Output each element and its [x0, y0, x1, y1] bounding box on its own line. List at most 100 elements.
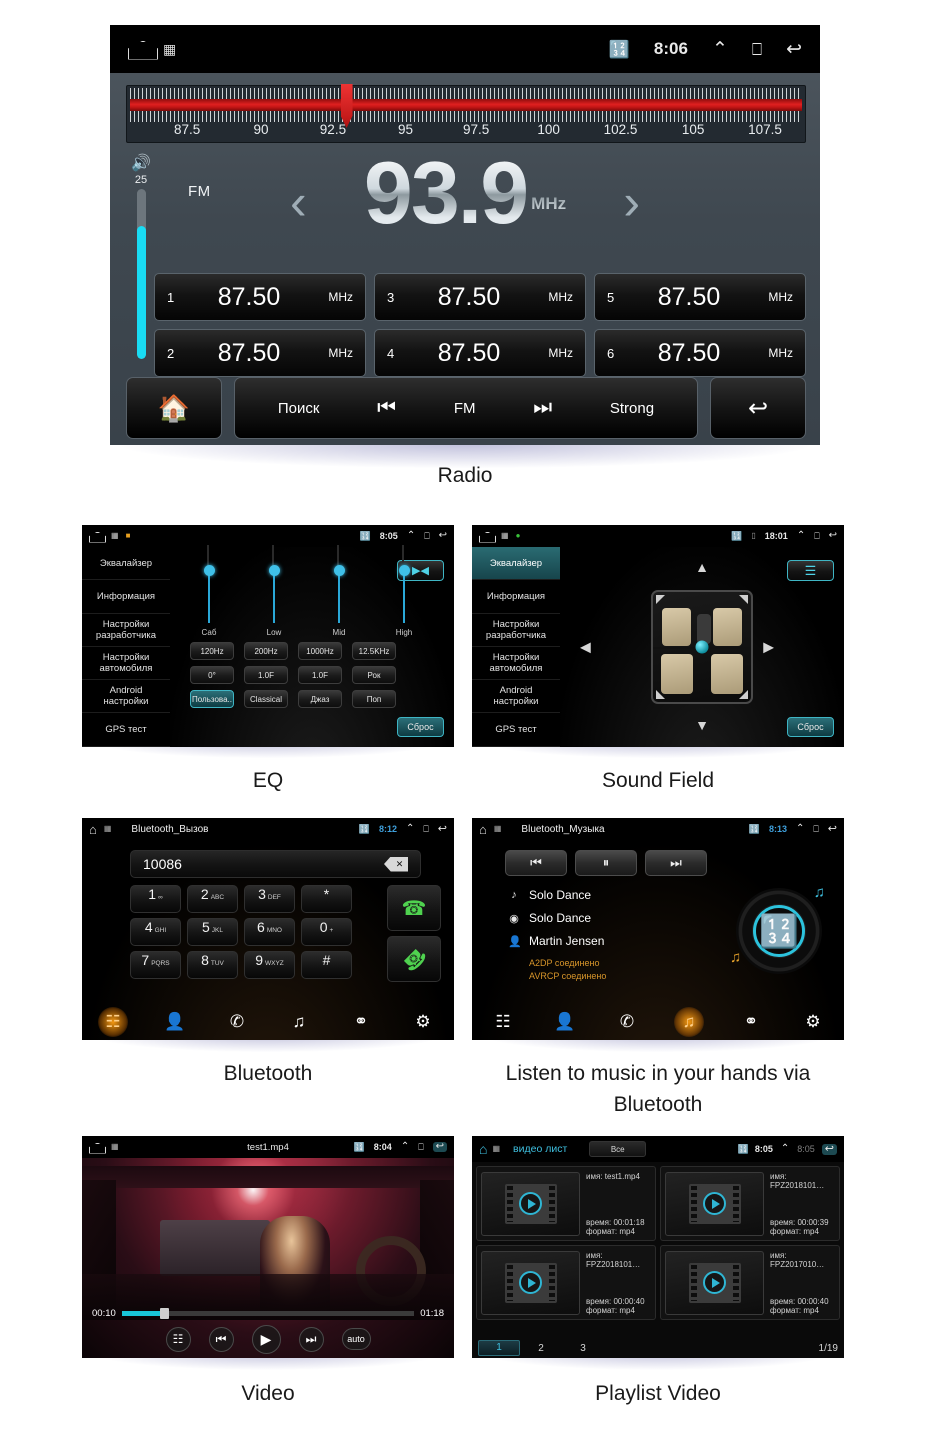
chevron-up-icon[interactable]: ⌃ [712, 40, 728, 59]
tab-call-history[interactable]: ✆ [222, 1007, 252, 1037]
hangup-button[interactable]: ☎ [387, 936, 441, 982]
sidebar-item-car-settings[interactable]: Настройки автомобиля [82, 647, 170, 681]
sf-left-arrow-button[interactable]: ◀ [580, 639, 591, 656]
key-5[interactable]: 5 JKL [187, 918, 238, 946]
video-screen[interactable]: 00:10 01:18 ☷ ⏮ ▶ ⏭ auto ▦ test1.mp4 🔢 8… [82, 1136, 454, 1358]
eq-screen[interactable]: ▦ ■ 🔢 8:05 ⌃ ⎕ ↩ Эквалайзер Информация Н… [82, 525, 454, 747]
back-icon[interactable]: ↩ [828, 823, 837, 835]
key-2[interactable]: 2 ABC [187, 885, 238, 913]
chevron-up-icon[interactable]: ⌃ [406, 824, 414, 834]
chevron-up-icon[interactable]: ⌃ [401, 1142, 409, 1152]
settings-sliders-icon[interactable]: ☷ [165, 1326, 191, 1352]
slider-track[interactable] [207, 545, 210, 623]
page-button-2[interactable]: 2 [520, 1343, 562, 1354]
key-7[interactable]: 7 PQRS [130, 951, 181, 979]
preset-button[interactable]: 5 87.50 MHz [594, 273, 806, 321]
bluetooth-screen[interactable]: ⌂ ▦ Bluetooth_Вызов 🔢 8:12 ⌃ ⎕ ↩ 10086 ✕… [82, 818, 454, 1040]
slider-knob[interactable] [398, 565, 410, 576]
eq-freq-button[interactable]: 200Hz [244, 642, 288, 660]
eq-param-button[interactable]: 1.0F [244, 666, 288, 684]
video-list-item[interactable]: имя: FPZ2018101… время: 00:00:40 формат:… [476, 1245, 656, 1320]
eq-preset-rock-button[interactable]: Рок [352, 666, 396, 684]
eq-freq-button[interactable]: 1000Hz [298, 642, 342, 660]
equalizer-icon[interactable]: ☰ [787, 560, 834, 581]
next-button[interactable]: ⏭ [645, 850, 707, 876]
tab-keypad[interactable]: ☷ [98, 1007, 128, 1037]
playlist-video-screen[interactable]: ⌂ ▦ видео лист Все 🔢 8:05 ⌃ 8:05 ↩ имя: … [472, 1136, 844, 1358]
preset-button[interactable]: 1 87.50 MHz [154, 273, 366, 321]
home-icon[interactable]: ⌂ [89, 823, 97, 836]
sound-field-screen[interactable]: ▦ ● 🔢 ▯ 18:01 ⌃ ⎕ ↩ Эквалайзер Информаци… [472, 525, 844, 747]
chevron-up-icon[interactable]: ⌃ [407, 531, 415, 541]
bluetooth-music-screen[interactable]: ⌂ ▦ Bluetooth_Музыка 🔢 8:13 ⌃ ⎕ ↩ ⏮ ⏸ ⏭ … [472, 818, 844, 1040]
next-button[interactable]: ⏭ [298, 1326, 324, 1352]
eq-freq-button[interactable]: 12.5KHz [352, 642, 396, 660]
preset-button[interactable]: 2 87.50 MHz [154, 329, 366, 377]
key-hash[interactable]: # [301, 951, 352, 979]
call-button[interactable]: ☎ [387, 885, 441, 931]
eq-preset-pop-button[interactable]: Поп [352, 690, 396, 708]
sidebar-item-developer-settings[interactable]: Настройки разработчика [82, 614, 170, 647]
progress-knob[interactable] [159, 1307, 169, 1319]
sidebar-item-gps-test[interactable]: GPS тест [82, 713, 170, 747]
dialed-number-field[interactable]: 10086 ✕ [130, 850, 421, 878]
key-9[interactable]: 9 WXYZ [244, 951, 295, 979]
auto-button[interactable]: auto [341, 1328, 371, 1350]
home-icon[interactable]: ⌂ [479, 1142, 487, 1156]
home-button[interactable]: 🏠 [126, 377, 222, 439]
back-icon[interactable]: ↩ [438, 823, 447, 835]
back-icon[interactable]: ↩ [432, 1142, 447, 1152]
chevron-up-icon[interactable]: ⌃ [796, 824, 804, 834]
tab-music[interactable]: ♫ [284, 1007, 314, 1037]
video-thumbnail[interactable] [665, 1171, 764, 1236]
strong-button[interactable]: Strong [610, 400, 654, 417]
sidebar-item-information[interactable]: Информация [82, 580, 170, 614]
sidebar-item-android-settings[interactable]: Android настройки [82, 680, 170, 714]
eq-preset-jazz-button[interactable]: Джаз [298, 690, 342, 708]
tab-link[interactable]: ⚭ [736, 1007, 766, 1037]
cabin-seat-map[interactable] [651, 590, 753, 704]
slider-track[interactable] [337, 545, 340, 623]
home-icon[interactable] [128, 41, 156, 58]
slider-track[interactable] [272, 545, 275, 623]
sf-up-arrow-button[interactable]: ▲ [695, 559, 709, 575]
filter-all-button[interactable]: Все [589, 1141, 647, 1157]
eq-param-button[interactable]: 1.0F [298, 666, 342, 684]
home-icon[interactable] [479, 532, 494, 541]
progress-track[interactable] [121, 1307, 415, 1319]
key-4[interactable]: 4 GHI [130, 918, 181, 946]
key-star[interactable]: * [301, 885, 352, 913]
band-button[interactable]: FM [454, 400, 476, 417]
preset-button[interactable]: 3 87.50 MHz [374, 273, 586, 321]
preset-button[interactable]: 6 87.50 MHz [594, 329, 806, 377]
sidebar-item-equalizer[interactable]: Эквалайзер [82, 547, 170, 581]
sf-right-arrow-button[interactable]: ▶ [763, 639, 774, 656]
back-icon[interactable]: ↩ [439, 531, 447, 541]
recents-icon[interactable]: ⎕ [424, 531, 429, 541]
sidebar-item-equalizer[interactable]: Эквалайзер [472, 547, 560, 581]
tab-settings[interactable]: ⚙ [798, 1007, 828, 1037]
home-icon[interactable] [89, 532, 104, 541]
tab-contacts[interactable]: 👤 [160, 1007, 190, 1037]
previous-button[interactable]: ⏮ [505, 850, 567, 876]
recents-icon[interactable]: ⎕ [813, 824, 818, 834]
video-thumbnail[interactable] [481, 1250, 580, 1315]
page-button-3[interactable]: 3 [562, 1343, 604, 1354]
page-button-1[interactable]: 1 [478, 1340, 520, 1356]
home-icon[interactable]: ⌂ [479, 823, 487, 836]
sidebar-item-gps-test[interactable]: GPS тест [472, 713, 560, 747]
sidebar-item-information[interactable]: Информация [472, 580, 560, 614]
play-button[interactable]: ▶ [251, 1324, 281, 1354]
slider-track[interactable] [402, 545, 405, 623]
recents-icon[interactable]: ⎕ [752, 41, 762, 58]
recents-icon[interactable]: ⎕ [814, 531, 819, 541]
video-surface[interactable]: 00:10 01:18 ☷ ⏮ ▶ ⏭ auto [82, 1158, 454, 1358]
eq-slider[interactable]: Mid [322, 545, 356, 637]
slider-knob[interactable] [268, 565, 280, 576]
eq-param-button[interactable]: 0° [190, 666, 234, 684]
video-thumbnail[interactable] [481, 1171, 580, 1236]
pause-button[interactable]: ⏸ [575, 850, 637, 876]
recents-icon[interactable]: ⎕ [418, 1142, 423, 1152]
slider-knob[interactable] [333, 565, 345, 576]
tab-call-history[interactable]: ✆ [612, 1007, 642, 1037]
